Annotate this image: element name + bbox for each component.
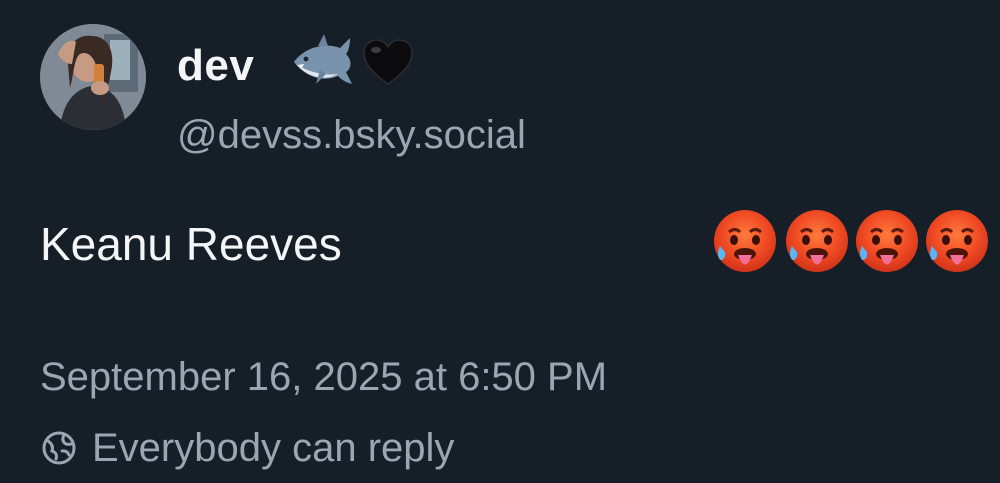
hot-face-emoji-icon [786,210,848,272]
hot-face-emoji-icon [926,210,988,272]
author-handle[interactable]: @devss.bsky.social [177,110,526,160]
shark-emoji-icon [290,30,356,94]
reply-settings[interactable]: Everybody can reply [40,422,454,474]
avatar[interactable] [40,24,146,130]
post-text: Keanu Reeves [40,218,342,270]
emoji-row [712,208,992,280]
user-avatar-icon [40,24,146,130]
reply-settings-label: Everybody can reply [92,426,455,470]
author-display-name[interactable]: dev [177,40,254,92]
post-timestamp: September 16, 2025 at 6:50 PM [40,355,608,399]
hot-face-emoji-icon [714,210,776,272]
hot-face-emoji-icon [856,210,918,272]
black-heart-emoji-icon [360,30,416,94]
post-thread-item: dev @devss.bsky.social Keanu Reeves Sept… [0,0,1000,483]
globe-icon [42,431,76,465]
